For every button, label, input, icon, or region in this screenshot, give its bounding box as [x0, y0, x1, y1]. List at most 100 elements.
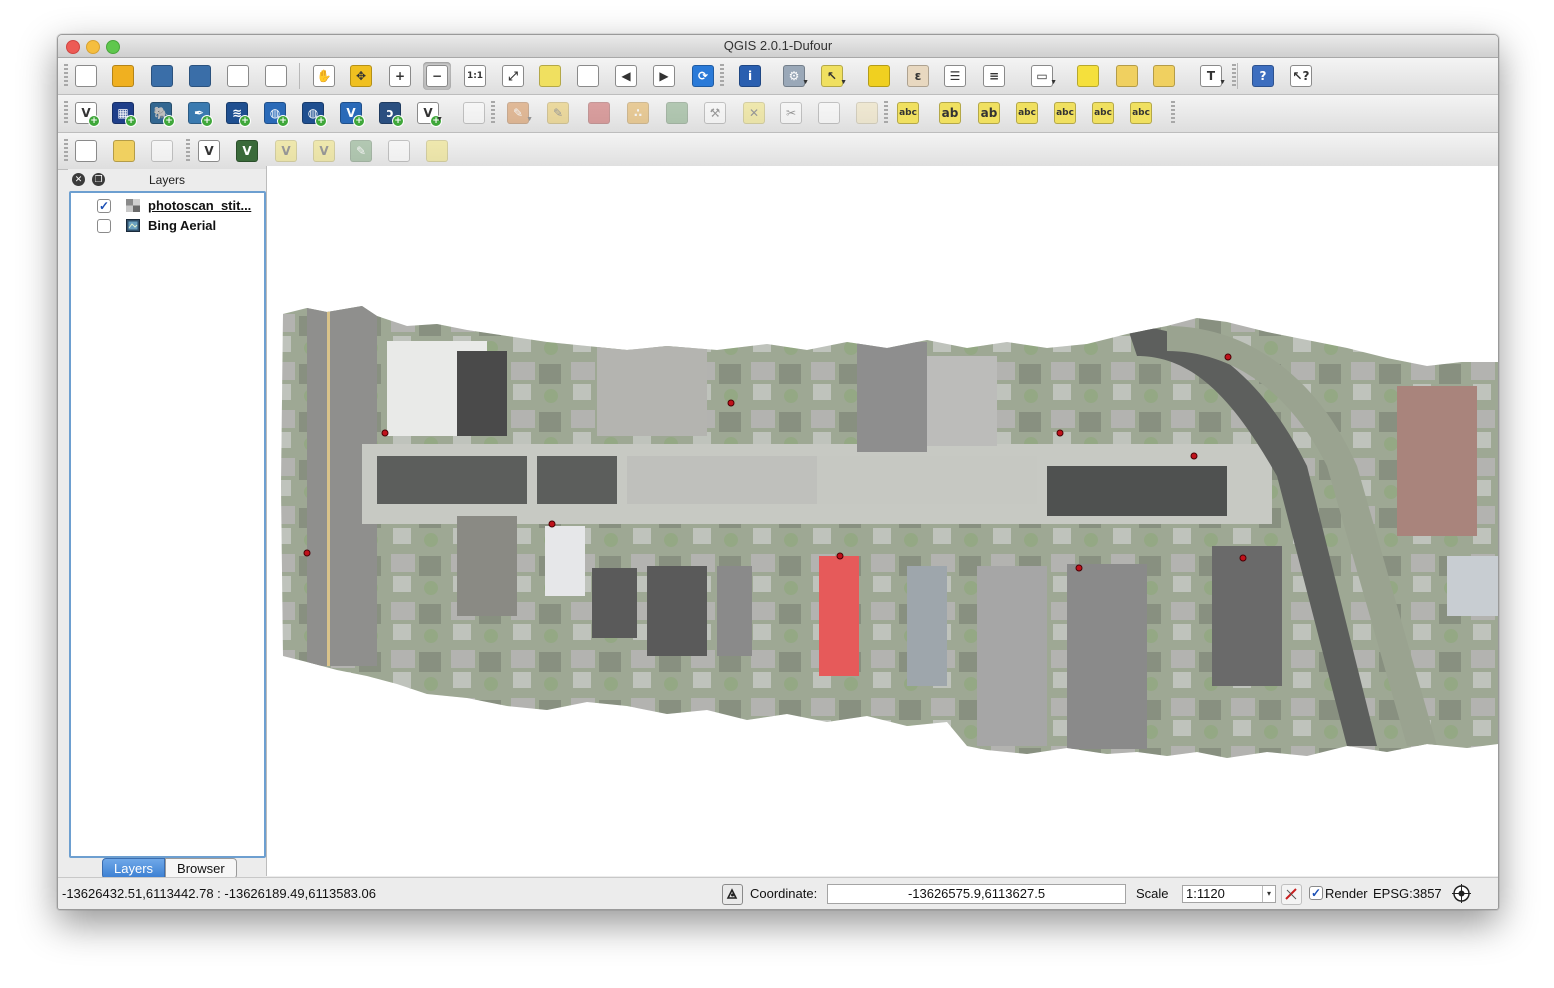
add-mssql-layer-icon: ≋ + — [226, 102, 251, 127]
toggle-editing-button[interactable]: ✎ ▼ — [504, 99, 533, 127]
deselect-all-button[interactable] — [865, 62, 893, 90]
render-checkbox[interactable]: ✓ — [1309, 886, 1323, 900]
refresh-icon: ⟳ — [692, 65, 714, 87]
add-feature-button[interactable]: ∴ — [624, 99, 652, 127]
add-mssql-layer-button[interactable]: ≋ + — [223, 99, 251, 127]
zoom-in-button[interactable]: + — [386, 62, 414, 90]
refresh-button[interactable]: ⟳ — [689, 62, 717, 90]
delete-part-button[interactable]: ✎ — [347, 137, 375, 165]
zoom-window-button[interactable] — [106, 40, 120, 54]
add-raster-layer-button[interactable]: ▦ + — [109, 99, 137, 127]
zoom-last-button[interactable]: ◀ — [612, 62, 640, 90]
save-edits-button[interactable] — [585, 99, 613, 127]
open-project-button[interactable] — [109, 62, 137, 90]
pan-to-selection-button[interactable]: ✥ — [347, 62, 375, 90]
zoom-out-button[interactable]: − — [423, 62, 451, 90]
fill-ring-button[interactable]: V — [272, 137, 300, 165]
run-action-button[interactable]: ⚙ ▼ — [780, 62, 809, 90]
map-canvas[interactable] — [266, 166, 1498, 876]
new-bookmark-icon — [1116, 65, 1138, 87]
pencil-button[interactable]: ✎ — [544, 99, 572, 127]
move-feature-button[interactable] — [663, 99, 691, 127]
delete-ring-button[interactable]: V — [310, 137, 338, 165]
new-bookmark-button[interactable] — [1113, 62, 1141, 90]
hide-layers-button[interactable] — [110, 137, 138, 165]
gcp-marker — [836, 552, 844, 560]
show-layers-button[interactable] — [72, 137, 100, 165]
crs-globe-icon[interactable] — [1452, 884, 1471, 903]
field-calculator-button[interactable]: ε — [904, 62, 932, 90]
identify-button[interactable]: i — [736, 62, 764, 90]
remove-layers-button[interactable] — [148, 137, 176, 165]
add-part-button[interactable]: V — [233, 137, 261, 165]
zoom-to-layer-button[interactable] — [574, 62, 602, 90]
coordinate-field[interactable]: -13626575.9,6113627.5 — [827, 884, 1126, 904]
zoom-full-button[interactable]: ⤢ — [499, 62, 527, 90]
toolbar-grip[interactable] — [64, 64, 68, 88]
highlight-pinned-labels-button[interactable]: ab — [936, 99, 964, 127]
new-shapefile-button[interactable]: V + ▼ — [414, 99, 443, 127]
layer-visibility-checkbox[interactable] — [97, 219, 111, 233]
toolbar-grip[interactable] — [186, 139, 190, 163]
toolbar-grip[interactable] — [64, 101, 68, 125]
reshape-features-button[interactable] — [385, 137, 413, 165]
layer-item-bing-aerial[interactable]: Bing Aerial — [71, 216, 264, 236]
toggle-extents-icon[interactable] — [722, 884, 743, 905]
text-annotation-button[interactable]: T ▼ — [1197, 62, 1226, 90]
toolbar-grip[interactable] — [64, 139, 68, 163]
help-button[interactable]: ? — [1249, 62, 1277, 90]
zoom-to-selection-button[interactable] — [536, 62, 564, 90]
toolbar-grip[interactable] — [884, 101, 888, 125]
statistics-button[interactable]: ≡ — [980, 62, 1008, 90]
toolbar-grip[interactable] — [1171, 101, 1175, 125]
layer-item-photoscan[interactable]: ✓ photoscan_stit... — [71, 196, 264, 216]
close-window-button[interactable] — [66, 40, 80, 54]
node-tool-button[interactable]: ⚒ — [701, 99, 729, 127]
zoom-actual-size-button[interactable]: 1:1 — [461, 62, 489, 90]
select-features-button[interactable]: ↖ ▼ — [818, 62, 847, 90]
tab-layers[interactable]: Layers — [102, 858, 166, 879]
crs-status[interactable]: EPSG:3857 — [1373, 886, 1442, 901]
stop-render-icon[interactable] — [1281, 884, 1302, 905]
whats-this-button[interactable]: ↖? — [1287, 62, 1315, 90]
add-wcs-layer-button[interactable]: ◍ + — [299, 99, 327, 127]
layer-tree[interactable]: ✓ photoscan_stit... Bing Aerial — [69, 191, 266, 858]
change-label-button[interactable]: abc — [1127, 99, 1155, 127]
new-print-composer-button[interactable] — [224, 62, 252, 90]
zoom-next-button[interactable]: ▶ — [650, 62, 678, 90]
add-spatialite-layer-button[interactable]: ✒ + — [185, 99, 213, 127]
save-project-button[interactable] — [148, 62, 176, 90]
measure-button[interactable]: ▭ ▼ — [1028, 62, 1057, 90]
copy-features-button[interactable] — [815, 99, 843, 127]
composer-manager-button[interactable] — [262, 62, 290, 90]
paste-features-button[interactable] — [853, 99, 881, 127]
cut-features-button[interactable]: ✂ — [777, 99, 805, 127]
show-bookmarks-button[interactable] — [1150, 62, 1178, 90]
tab-browser[interactable]: Browser — [165, 858, 237, 879]
minimize-window-button[interactable] — [86, 40, 100, 54]
toolbar-grip[interactable] — [1232, 64, 1236, 88]
map-tips-button[interactable] — [1074, 62, 1102, 90]
new-project-button[interactable] — [72, 62, 100, 90]
add-delimited-text-button[interactable]: ɔ + — [376, 99, 404, 127]
label-tool-button[interactable]: abc — [894, 99, 922, 127]
save-as-button[interactable] — [186, 62, 214, 90]
add-wfs-layer-button[interactable]: V + — [337, 99, 365, 127]
attribute-table-button[interactable]: ☰ — [941, 62, 969, 90]
layer-visibility-checkbox[interactable]: ✓ — [97, 199, 111, 213]
pin-labels-button[interactable]: ab — [975, 99, 1003, 127]
toolbar-grip[interactable] — [720, 64, 724, 88]
rotate-label-button[interactable]: abc — [1089, 99, 1117, 127]
add-postgis-layer-button[interactable]: 🐘 + — [147, 99, 175, 127]
show-hide-labels-button[interactable]: abc — [1013, 99, 1041, 127]
delete-selected-button[interactable]: ✕ — [740, 99, 768, 127]
pan-button[interactable]: ✋ — [310, 62, 338, 90]
scale-combo[interactable]: 1:1120 ▾ — [1182, 885, 1276, 903]
add-vector-layer-button[interactable]: V + — [72, 99, 100, 127]
move-label-button[interactable]: abc — [1051, 99, 1079, 127]
add-ring-button[interactable]: V — [195, 137, 223, 165]
toolbar-grip[interactable] — [491, 101, 495, 125]
split-features-button[interactable] — [423, 137, 451, 165]
remove-layer-button[interactable] — [460, 99, 488, 127]
add-wms-layer-button[interactable]: ◍ + — [261, 99, 289, 127]
